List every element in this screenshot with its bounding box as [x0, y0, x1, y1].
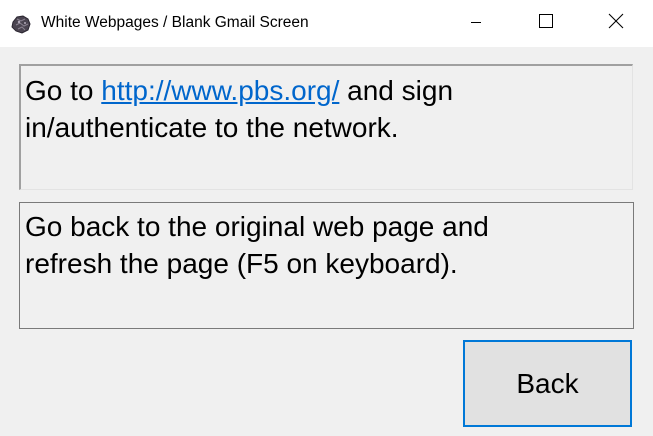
- instruction-step-2: Go back to the original web page and ref…: [19, 202, 634, 329]
- step1-suffix: and sign: [339, 75, 454, 106]
- step2-line1: Go back to the original web page and: [25, 211, 489, 242]
- step1-prefix: Go to: [25, 75, 102, 106]
- close-icon: [608, 13, 624, 34]
- title-bar[interactable]: White Webpages / Blank Gmail Screen: [0, 0, 653, 47]
- rock-icon: [10, 13, 32, 35]
- back-button-label: Back: [516, 367, 579, 399]
- back-button[interactable]: Back: [463, 340, 632, 427]
- step1-line2: in/authenticate to the network.: [25, 112, 399, 143]
- close-button[interactable]: [593, 0, 639, 47]
- step2-line2: refresh the page (F5 on keyboard).: [25, 248, 458, 279]
- app-window: White Webpages / Blank Gmail Screen Go t…: [0, 0, 653, 436]
- instruction-step-1: Go to http://www.pbs.org/ and sign in/au…: [19, 64, 633, 190]
- maximize-icon: [538, 13, 554, 34]
- minimize-button[interactable]: [453, 0, 499, 47]
- minimize-icon: [470, 15, 482, 33]
- pbs-link[interactable]: http://www.pbs.org/: [101, 75, 339, 106]
- window-title: White Webpages / Blank Gmail Screen: [41, 14, 309, 31]
- maximize-button[interactable]: [523, 0, 569, 47]
